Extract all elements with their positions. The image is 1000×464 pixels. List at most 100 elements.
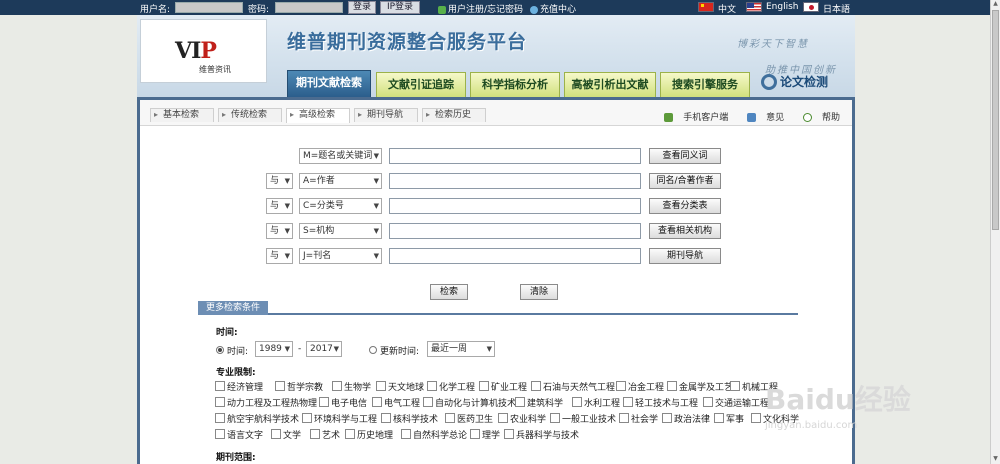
time-radio[interactable]: [216, 346, 224, 354]
tab-search-engine[interactable]: 搜索引擎服务: [660, 72, 750, 98]
lang-japanese-link[interactable]: 日本語: [823, 2, 850, 15]
login-button[interactable]: 登录: [348, 1, 376, 14]
field-select-2[interactable]: A=作者 ▼: [299, 173, 382, 189]
subject-checkbox[interactable]: 金属学及工艺: [667, 380, 733, 393]
lang-english-link[interactable]: English: [766, 2, 799, 12]
from-year-select[interactable]: 1989 ▼: [255, 341, 293, 357]
password-label: 密码:: [248, 5, 270, 15]
subject-checkbox[interactable]: 语言文字: [215, 428, 263, 441]
subject-checkbox[interactable]: 化学工程: [427, 380, 475, 393]
subject-checkbox[interactable]: 自然科学总论: [401, 428, 467, 441]
tab-science-indicators[interactable]: 科学指标分析: [470, 72, 560, 98]
thesis-check-link[interactable]: 论文检测: [761, 73, 828, 91]
subtab-journal-navigation[interactable]: 期刊导航: [354, 108, 418, 122]
subtab-basic-search[interactable]: 基本检索: [150, 108, 214, 122]
username-input[interactable]: [175, 2, 243, 13]
subject-checkbox[interactable]: 生物学: [332, 380, 371, 393]
subtab-traditional-search[interactable]: 传统检索: [218, 108, 282, 122]
subject-checkbox[interactable]: 政治法律: [662, 412, 710, 425]
logic-select-5[interactable]: 与 ▼: [266, 248, 293, 264]
subject-checkbox[interactable]: 动力工程及工程热物理: [215, 396, 317, 409]
search-input-1[interactable]: [389, 148, 641, 164]
scroll-down-icon[interactable]: ▼: [992, 455, 999, 463]
search-input-2[interactable]: [389, 173, 641, 189]
scrollbar-thumb[interactable]: [992, 10, 999, 230]
subject-checkbox[interactable]: 核科学技术: [381, 412, 438, 425]
subtab-advanced-search[interactable]: 高级检索: [286, 108, 350, 123]
ip-login-button[interactable]: IP登录: [380, 1, 420, 14]
feedback-link[interactable]: 意见: [739, 113, 784, 123]
chevron-down-icon: ▼: [373, 227, 379, 235]
subject-checkbox[interactable]: 交通运输工程: [703, 396, 769, 409]
subject-checkbox[interactable]: 天文地球: [376, 380, 424, 393]
page-scrollbar[interactable]: ▲ ▼: [990, 0, 1000, 464]
more-conditions-label[interactable]: 更多检索条件: [198, 301, 269, 315]
lang-chinese-link[interactable]: 中文: [718, 2, 736, 15]
subject-checkbox[interactable]: 哲学宗教: [275, 380, 323, 393]
help-link[interactable]: 帮助: [795, 113, 840, 123]
subject-checkbox[interactable]: 建筑科学: [515, 396, 563, 409]
subject-checkbox[interactable]: 冶金工程: [616, 380, 664, 393]
subject-checkbox[interactable]: 农业科学: [498, 412, 546, 425]
username-label: 用户名:: [140, 5, 171, 15]
coauthor-button[interactable]: 同名/合著作者: [649, 173, 721, 189]
subject-checkbox[interactable]: 社会学: [619, 412, 658, 425]
china-flag-icon[interactable]: [698, 2, 714, 12]
tab-highly-cited[interactable]: 高被引析出文献: [564, 72, 656, 98]
subject-checkbox[interactable]: 石油与天然气工程: [531, 380, 615, 393]
tab-journal-search[interactable]: 期刊文献检索: [287, 70, 371, 98]
japan-flag-icon[interactable]: [803, 2, 819, 12]
search-input-3[interactable]: [389, 198, 641, 214]
synonym-button[interactable]: 查看同义词: [649, 148, 721, 164]
search-input-4[interactable]: [389, 223, 641, 239]
field-select-5[interactable]: J=刊名 ▼: [299, 248, 382, 264]
field-select-1[interactable]: M=题名或关键词 ▼: [299, 148, 382, 164]
vip-logo[interactable]: VIP 维普资讯: [140, 19, 267, 83]
mobile-client-link[interactable]: 手机客户端: [656, 113, 728, 123]
scroll-up-icon[interactable]: ▲: [992, 0, 999, 8]
to-year-select[interactable]: 2017 ▼: [306, 341, 342, 357]
journal-nav-button[interactable]: 期刊导航: [649, 248, 721, 264]
subject-checkbox[interactable]: 自动化与计算机技术: [423, 396, 516, 409]
us-flag-icon[interactable]: [746, 2, 762, 12]
refresh-icon: [530, 5, 538, 14]
subject-checkbox[interactable]: 电气工程: [372, 396, 420, 409]
search-input-5[interactable]: [389, 248, 641, 264]
subject-checkbox[interactable]: 医药卫生: [445, 412, 493, 425]
logic-select-2[interactable]: 与 ▼: [266, 173, 293, 189]
classification-button[interactable]: 查看分类表: [649, 198, 721, 214]
institution-button[interactable]: 查看相关机构: [649, 223, 721, 239]
logic-select-4[interactable]: 与 ▼: [266, 223, 293, 239]
subject-checkbox[interactable]: 环境科学与工程: [302, 412, 377, 425]
subject-checkbox[interactable]: 理学: [470, 428, 500, 441]
subject-checkbox[interactable]: 艺术: [310, 428, 340, 441]
subject-checkbox[interactable]: 兵器科学与技术: [504, 428, 579, 441]
update-time-label: 更新时间:: [380, 347, 420, 357]
subject-checkbox[interactable]: 文学: [271, 428, 301, 441]
logic-select-3[interactable]: 与 ▼: [266, 198, 293, 214]
field-select-4[interactable]: S=机构 ▼: [299, 223, 382, 239]
password-input[interactable]: [275, 2, 343, 13]
subtab-search-history[interactable]: 检索历史: [422, 108, 486, 122]
field-select-3[interactable]: C=分类号 ▼: [299, 198, 382, 214]
subject-checkbox[interactable]: 电子电信: [319, 396, 367, 409]
subject-checkbox[interactable]: 一般工业技术: [550, 412, 616, 425]
subject-checkbox[interactable]: 历史地理: [345, 428, 393, 441]
subject-checkbox[interactable]: 轻工技术与工程: [623, 396, 698, 409]
register-link[interactable]: 用户注册/忘记密码: [438, 2, 523, 15]
phone-icon: [664, 113, 674, 122]
subject-checkbox[interactable]: 航空宇航科学技术: [215, 412, 299, 425]
search-panel: 基本检索 传统检索 高级检索 期刊导航 检索历史 手机客户端 意见 帮助 M=题…: [137, 97, 855, 464]
subject-checkbox[interactable]: 水利工程: [572, 396, 620, 409]
tab-citation-tracking[interactable]: 文献引证追踪: [376, 72, 466, 98]
subject-checkbox[interactable]: 军事: [714, 412, 744, 425]
subject-checkbox[interactable]: 经济管理: [215, 380, 263, 393]
search-button[interactable]: 检索: [430, 284, 468, 300]
subject-checkbox[interactable]: 矿业工程: [479, 380, 527, 393]
chevron-down-icon: ▼: [373, 152, 379, 160]
update-time-select[interactable]: 最近一周 ▼: [427, 341, 495, 357]
help-icon: [802, 113, 812, 122]
clear-button[interactable]: 清除: [520, 284, 558, 300]
update-time-radio[interactable]: [369, 346, 377, 354]
recharge-link[interactable]: 充值中心: [530, 2, 576, 15]
